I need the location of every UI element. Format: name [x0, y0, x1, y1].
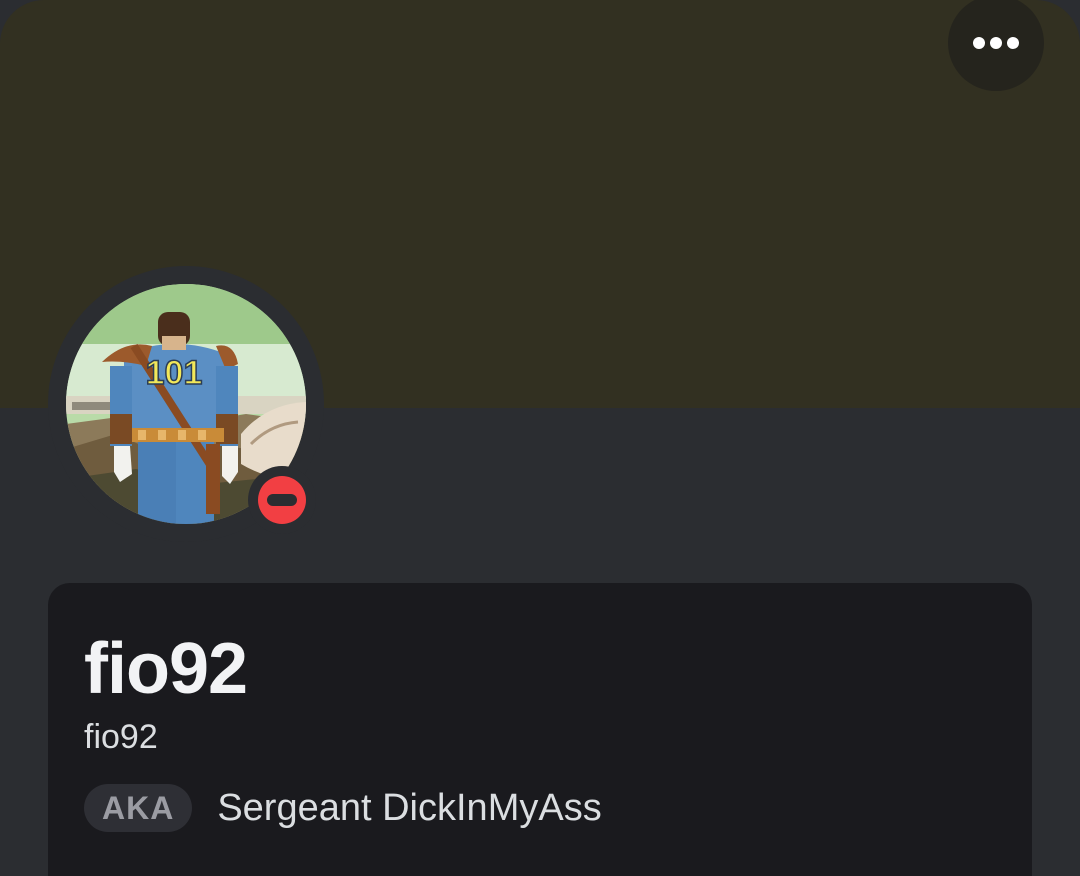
more-options-button[interactable] — [948, 0, 1044, 91]
aka-row[interactable]: AKA Sergeant DickInMyAss — [84, 784, 602, 832]
profile-info-card: fio92 fio92 AKA Sergeant DickInMyAss — [48, 583, 1032, 876]
jersey-number: 101 — [146, 354, 203, 392]
dnd-status-bar — [267, 494, 297, 506]
username[interactable]: fio92 — [84, 717, 158, 757]
aka-badge: AKA — [84, 784, 193, 832]
dnd-status-icon — [258, 476, 306, 524]
profile-page: 101 fio92 fio92 AKA Sergeant DickInMyAss — [0, 0, 1080, 876]
aka-name: Sergeant DickInMyAss — [217, 787, 602, 829]
more-horizontal-icon — [973, 37, 1019, 49]
display-name: fio92 — [84, 629, 248, 709]
